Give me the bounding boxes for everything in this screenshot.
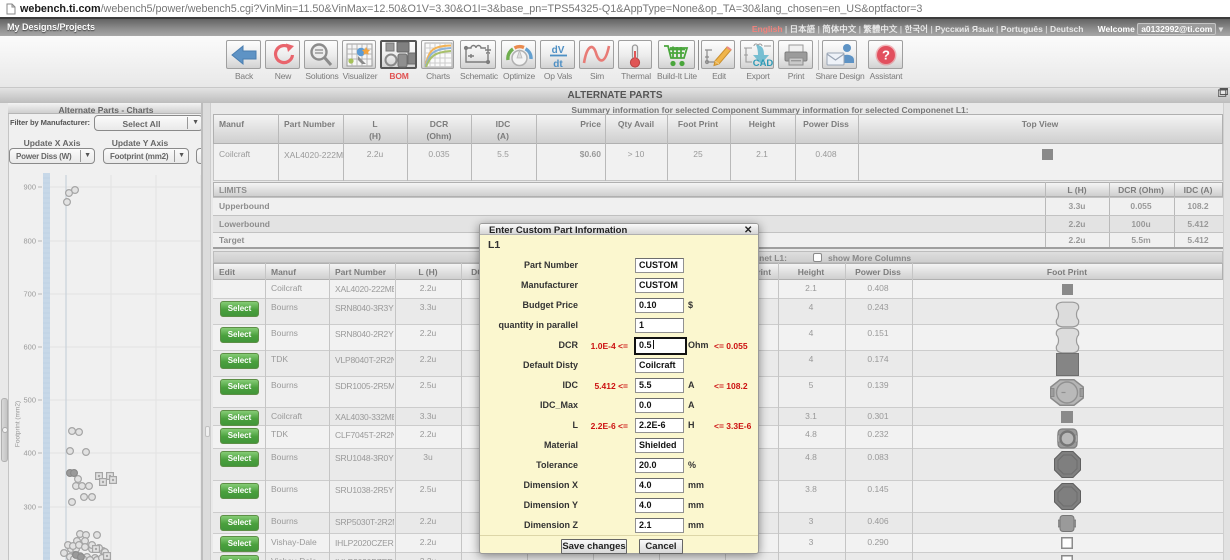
svg-text:400: 400 bbox=[23, 449, 36, 458]
svg-text:300: 300 bbox=[23, 503, 36, 512]
svg-text:800: 800 bbox=[23, 237, 36, 246]
svg-text:dV: dV bbox=[552, 45, 565, 56]
svg-text:?: ? bbox=[882, 48, 890, 63]
svg-text:900: 900 bbox=[23, 183, 36, 192]
svg-text:700: 700 bbox=[23, 290, 36, 299]
svg-text:600: 600 bbox=[23, 343, 36, 352]
svg-text:dt: dt bbox=[553, 59, 563, 68]
svg-text:CAD: CAD bbox=[753, 58, 773, 68]
svg-text:500: 500 bbox=[23, 396, 36, 405]
